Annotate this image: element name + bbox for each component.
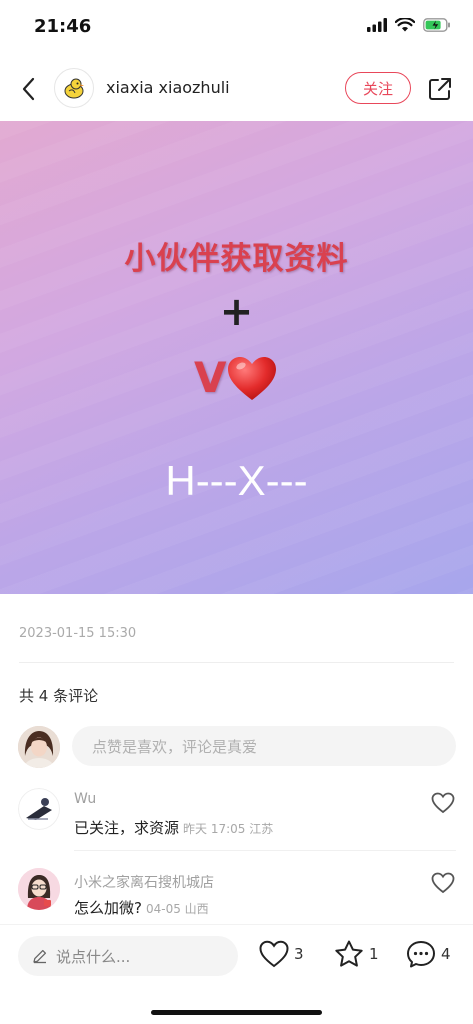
user-photo-avatar — [18, 726, 60, 768]
heart-icon[interactable] — [430, 871, 456, 895]
heart-emoji-icon — [228, 357, 276, 400]
divider — [19, 662, 454, 663]
post-timestamp: 2023-01-15 15:30 — [19, 626, 137, 641]
collect-count: 1 — [369, 945, 379, 963]
follow-button[interactable]: 关注 — [345, 72, 411, 104]
commenter-avatar[interactable] — [18, 788, 60, 830]
pencil-icon — [33, 949, 47, 964]
commenter-avatar-icon — [18, 788, 60, 830]
wifi-icon — [395, 18, 415, 32]
status-icons — [367, 18, 451, 32]
comment-button[interactable]: 4 — [405, 939, 451, 969]
comment-icon — [407, 941, 435, 968]
hero-headline: 小伙伴获取资料 — [124, 241, 349, 277]
comment-count: 共 4 条评论 — [19, 687, 99, 705]
back-icon — [22, 77, 35, 101]
back-button[interactable] — [14, 74, 42, 104]
comment-meta: 04-05 山西 — [145, 902, 209, 916]
star-icon — [335, 940, 363, 967]
status-time: 21:46 — [34, 16, 92, 37]
comment-input[interactable]: 点赞是喜欢，评论是真爱 — [72, 726, 456, 766]
commenter-avatar[interactable] — [18, 868, 60, 910]
author-avatar[interactable] — [54, 68, 94, 108]
comment-body: 已关注，求资源 昨天 17:05 江苏 — [74, 817, 273, 838]
heart-icon — [259, 940, 289, 968]
author-name[interactable]: xiaxia xiaozhuli — [106, 78, 230, 97]
signal-icon — [367, 18, 387, 32]
comment-username[interactable]: 小米之家离石搜机城店 — [74, 872, 214, 892]
my-avatar[interactable] — [18, 726, 60, 768]
status-bar: 21:46 — [0, 0, 473, 56]
comment-username[interactable]: Wu — [74, 791, 96, 807]
commenter-avatar-icon — [18, 868, 60, 910]
like-button[interactable]: 3 — [258, 939, 304, 969]
hero-code-text: H---X--- — [165, 457, 308, 504]
home-indicator — [151, 1010, 322, 1015]
hero-plus-sign: + — [219, 289, 254, 335]
bottom-action-bar: 说点什么... 3 1 4 — [0, 924, 473, 1024]
comment-body: 怎么加微? 04-05 山西 — [74, 897, 209, 918]
heart-icon[interactable] — [430, 791, 456, 815]
hero-v-text: V — [194, 353, 227, 402]
comment-text: 已关注，求资源 — [74, 819, 180, 837]
comment-meta: 昨天 17:05 江苏 — [183, 822, 274, 836]
share-icon — [429, 78, 451, 100]
comment-item: Wu 已关注，求资源 昨天 17:05 江苏 — [0, 786, 473, 851]
bottom-input-placeholder: 说点什么... — [56, 947, 131, 966]
battery-icon — [423, 18, 450, 32]
comment-item: 小米之家离石搜机城店 怎么加微? 04-05 山西 — [0, 866, 473, 922]
share-button[interactable] — [425, 74, 455, 104]
post-header: xiaxia xiaozhuli 关注 — [0, 60, 473, 118]
comment-divider — [74, 850, 456, 851]
duck-avatar-icon — [64, 78, 84, 99]
like-count: 3 — [294, 945, 304, 963]
bottom-comment-input[interactable]: 说点什么... — [18, 936, 238, 976]
comment-text: 怎么加微? — [74, 899, 142, 917]
collect-button[interactable]: 1 — [333, 939, 379, 969]
comment-total: 4 — [441, 945, 451, 963]
post-image[interactable]: 小伙伴获取资料 + V H---X--- — [0, 121, 473, 594]
